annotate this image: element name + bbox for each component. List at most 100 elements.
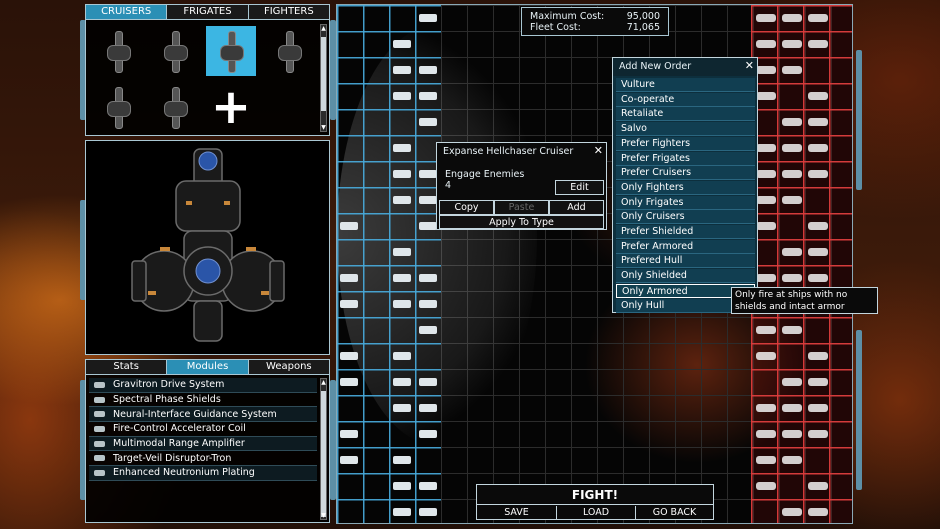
ship-thumb[interactable] (264, 26, 314, 76)
player-ship-icon[interactable] (419, 196, 437, 204)
paste-button[interactable]: Paste (494, 200, 549, 215)
go-back-button[interactable]: GO BACK (636, 506, 713, 520)
player-ship-icon[interactable] (419, 404, 437, 412)
save-button[interactable]: SAVE (477, 506, 557, 520)
list-item[interactable]: Neural-Interface Guidance System (89, 407, 317, 423)
list-item[interactable]: Multimodal Range Amplifier (89, 436, 317, 452)
player-ship-icon[interactable] (419, 66, 437, 74)
ship-thumb[interactable] (150, 82, 200, 132)
list-item[interactable]: Gravitron Drive System (89, 378, 317, 393)
player-ship-icon[interactable] (340, 274, 358, 282)
player-ship-icon[interactable] (419, 378, 437, 386)
player-ship-icon[interactable] (393, 378, 411, 386)
player-ship-icon[interactable] (393, 300, 411, 308)
player-ship-icon[interactable] (393, 40, 411, 48)
player-ship-icon[interactable] (340, 352, 358, 360)
menu-item[interactable]: Only Frigates (616, 195, 755, 210)
player-ship-icon[interactable] (393, 66, 411, 74)
apply-to-type-button[interactable]: Apply To Type (439, 215, 604, 229)
list-item[interactable]: Enhanced Neutronium Plating (89, 466, 317, 481)
player-ship-icon[interactable] (419, 430, 437, 438)
player-ship-icon[interactable] (393, 508, 411, 516)
menu-item[interactable]: Prefer Shielded (616, 225, 755, 239)
module-icon (93, 424, 107, 434)
copy-button[interactable]: Copy (439, 200, 494, 215)
ship-thumb[interactable] (93, 82, 143, 132)
player-deploy-zone[interactable] (337, 5, 441, 523)
tab-stats[interactable]: Stats (86, 360, 168, 374)
module-icon (93, 468, 107, 478)
player-ship-icon[interactable] (340, 430, 358, 438)
close-icon[interactable]: ✕ (594, 144, 603, 157)
player-ship-icon[interactable] (419, 222, 437, 230)
ship-thumb[interactable] (150, 26, 200, 76)
menu-item[interactable]: Salvo (616, 122, 755, 137)
player-ship-icon[interactable] (340, 456, 358, 464)
module-label: Target-Veil Disruptor-Tron (113, 452, 232, 464)
player-ship-icon[interactable] (419, 326, 437, 334)
player-ship-icon[interactable] (393, 144, 411, 152)
menu-item[interactable]: Prefer Fighters (616, 136, 755, 151)
player-ship-icon[interactable] (340, 222, 358, 230)
scroll-thumb[interactable] (321, 391, 326, 517)
load-button[interactable]: LOAD (557, 506, 636, 520)
list-item[interactable]: Spectral Phase Shields (89, 393, 317, 408)
player-ship-icon[interactable] (419, 118, 437, 126)
enemy-ship-icon (808, 482, 828, 490)
ship-list-scrollbar[interactable]: ▲ ▼ (320, 24, 327, 132)
player-ship-icon[interactable] (419, 92, 437, 100)
scroll-thumb[interactable] (321, 37, 326, 112)
menu-item[interactable]: Only Fighters (616, 180, 755, 195)
player-ship-icon[interactable] (393, 248, 411, 256)
player-ship-icon[interactable] (419, 508, 437, 516)
tab-weapons[interactable]: Weapons (248, 360, 329, 374)
scroll-down-icon[interactable]: ▼ (320, 124, 327, 131)
add-button[interactable]: Add (549, 200, 604, 215)
list-item[interactable]: Target-Veil Disruptor-Tron (89, 451, 317, 467)
menu-item[interactable]: Only Cruisers (616, 210, 755, 225)
player-ship-icon[interactable] (419, 300, 437, 308)
tooltip: Only fire at ships with no shields and i… (731, 287, 878, 314)
tab-modules[interactable]: Modules (167, 360, 249, 374)
deployment-grid[interactable] (336, 4, 853, 524)
menu-item[interactable]: Only Shielded (616, 269, 755, 284)
player-ship-icon[interactable] (419, 14, 437, 22)
player-ship-icon[interactable] (393, 92, 411, 100)
close-icon[interactable]: ✕ (745, 59, 754, 72)
scroll-up-icon[interactable]: ▲ (320, 25, 327, 32)
player-ship-icon[interactable] (393, 274, 411, 282)
menu-item[interactable]: Co-operate (616, 92, 755, 107)
menu-item[interactable]: Prefer Frigates (616, 151, 755, 166)
tab-fighters[interactable]: FIGHTERS (248, 5, 329, 19)
enemy-ship-icon (808, 14, 828, 22)
menu-item[interactable]: Vulture (616, 78, 755, 92)
menu-item[interactable]: Prefer Armored (616, 239, 755, 254)
tab-cruisers[interactable]: CRUISERS (86, 5, 168, 19)
player-ship-icon[interactable] (340, 300, 358, 308)
player-ship-icon[interactable] (393, 170, 411, 178)
player-ship-icon[interactable] (393, 352, 411, 360)
player-ship-icon[interactable] (393, 456, 411, 464)
player-ship-icon[interactable] (419, 482, 437, 490)
player-ship-icon[interactable] (393, 404, 411, 412)
enemy-ship-icon (782, 40, 802, 48)
player-ship-icon[interactable] (419, 274, 437, 282)
player-ship-icon[interactable] (340, 378, 358, 386)
player-ship-icon[interactable] (393, 196, 411, 204)
module-list-scrollbar[interactable]: ▲ ▼ (320, 378, 327, 520)
ship-thumb-selected[interactable] (206, 26, 256, 76)
player-ship-icon[interactable] (419, 170, 437, 178)
scroll-up-icon[interactable]: ▲ (320, 379, 327, 386)
fight-button[interactable]: FIGHT! (477, 485, 713, 505)
list-item[interactable]: Fire-Control Accelerator Coil (89, 422, 317, 437)
menu-item[interactable]: Prefered Hull (616, 254, 755, 269)
menu-item[interactable]: Retaliate (616, 107, 755, 122)
scroll-down-icon[interactable]: ▼ (320, 512, 327, 519)
tab-frigates[interactable]: FRIGATES (167, 5, 249, 19)
menu-item[interactable]: Prefer Cruisers (616, 166, 755, 181)
add-ship-button[interactable]: + (206, 82, 256, 132)
ship-thumb[interactable] (93, 26, 143, 76)
player-ship-icon[interactable] (393, 482, 411, 490)
enemy-ship-icon (756, 404, 776, 412)
edit-button[interactable]: Edit (555, 180, 604, 195)
